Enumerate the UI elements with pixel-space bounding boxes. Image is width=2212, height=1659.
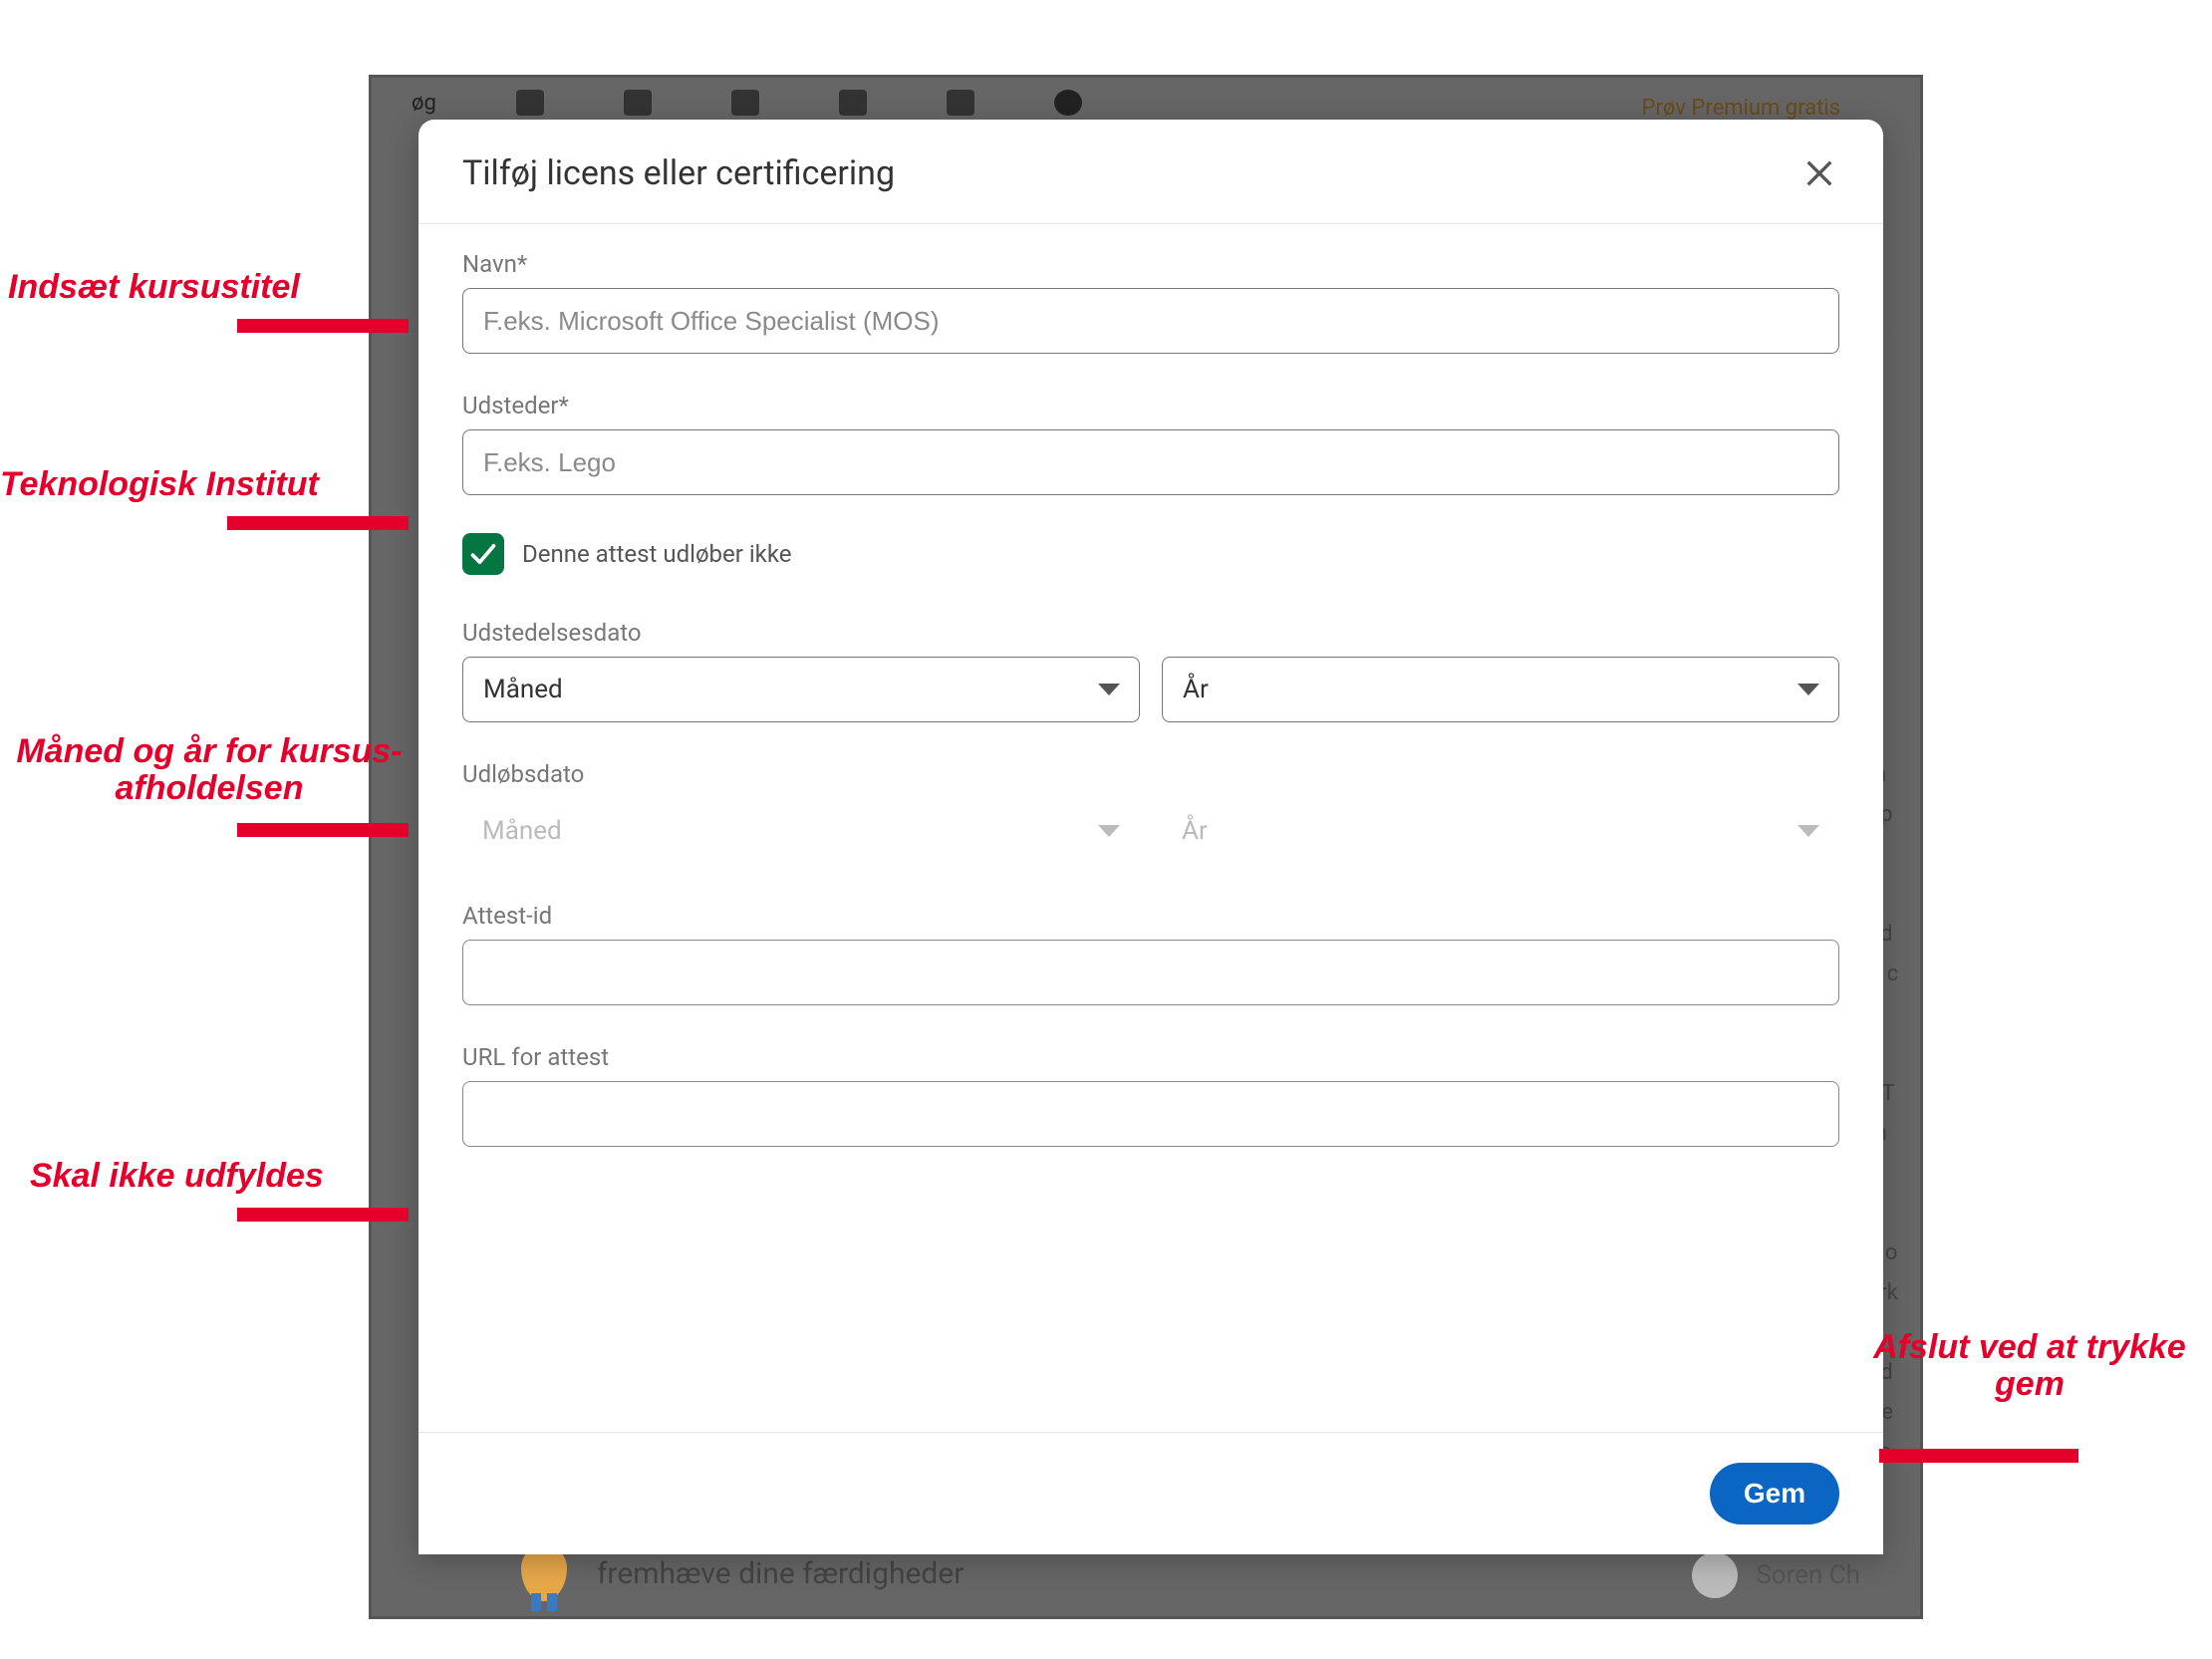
issued-year-select[interactable]: År	[1162, 657, 1839, 722]
bg-person: Soren Ch	[1692, 1552, 1860, 1598]
modal-title: Tilføj licens eller certificering	[462, 153, 895, 193]
modal-footer: Gem	[418, 1432, 1883, 1554]
more-icon: •••	[1888, 322, 1910, 341]
nav-icon	[839, 90, 867, 116]
bg-person-name: Soren Ch	[1756, 1560, 1860, 1590]
save-button[interactable]: Gem	[1710, 1463, 1839, 1524]
callout-bar	[237, 319, 409, 333]
issuer-field: Udsteder*	[462, 392, 1839, 495]
expire-year-value: År	[1162, 798, 1839, 864]
modal-header: Tilføj licens eller certificering	[418, 120, 1883, 224]
nav-avatar-icon	[1054, 90, 1082, 116]
callout-name: Indsæt kursustitel	[8, 269, 300, 306]
cred-id-input[interactable]	[462, 940, 1839, 1005]
nav-icon	[624, 90, 652, 116]
expire-month-select: Måned	[462, 798, 1140, 864]
issued-year-value: År	[1162, 657, 1839, 722]
bg-bottom-text: fremhæve dine færdigheder	[597, 1556, 964, 1591]
nav-icon	[947, 90, 974, 116]
modal-body: Navn* Udsteder* Denne attest udløber ikk…	[418, 224, 1883, 1432]
cred-id-label: Attest-id	[462, 902, 1839, 930]
close-button[interactable]	[1799, 153, 1839, 193]
check-icon	[469, 542, 497, 566]
issuer-label: Udsteder*	[462, 392, 1839, 419]
callout-bar	[227, 516, 409, 530]
issued-month-value: Måned	[462, 657, 1140, 722]
cred-url-field: URL for attest	[462, 1043, 1839, 1147]
issued-label: Udstedelsesdato	[462, 619, 1839, 647]
callout-issuer: Teknologisk Institut	[0, 466, 319, 503]
noexpire-checkbox[interactable]	[462, 533, 504, 575]
callout-bar	[237, 823, 409, 837]
callout-bar	[1879, 1449, 2078, 1463]
close-icon	[1802, 156, 1836, 190]
expire-label: Udløbsdato	[462, 760, 1839, 788]
name-input[interactable]	[462, 288, 1839, 354]
premium-link: Prøv Premium gratis	[1642, 96, 1840, 121]
expire-field: Udløbsdato Måned År	[462, 760, 1839, 864]
issuer-input[interactable]	[462, 429, 1839, 495]
callout-issued: Måned og år for kursus-afholdelsen	[10, 733, 409, 808]
noexpire-row: Denne attest udløber ikke	[462, 533, 1839, 575]
avatar	[1692, 1552, 1738, 1598]
cred-id-field: Attest-id	[462, 902, 1839, 1005]
chevron-down-icon	[1098, 684, 1120, 695]
chevron-down-icon	[1098, 825, 1120, 837]
name-field: Navn*	[462, 250, 1839, 354]
callout-skip: Skal ikke udfyldes	[30, 1158, 324, 1195]
expire-month-value: Måned	[462, 798, 1140, 864]
chevron-down-icon	[1797, 825, 1819, 837]
issued-field: Udstedelsesdato Måned År	[462, 619, 1839, 722]
nav-icon	[1162, 90, 1190, 116]
add-certification-modal: Tilføj licens eller certificering Navn* …	[418, 120, 1883, 1554]
cred-url-input[interactable]	[462, 1081, 1839, 1147]
issued-month-select[interactable]: Måned	[462, 657, 1140, 722]
callout-bar	[237, 1208, 409, 1222]
noexpire-label: Denne attest udløber ikke	[522, 540, 792, 568]
name-label: Navn*	[462, 250, 1839, 278]
chevron-down-icon	[1797, 684, 1819, 695]
expire-year-select: År	[1162, 798, 1839, 864]
callout-save: Afslut ved at trykkegem	[1855, 1329, 2204, 1404]
nav-icon	[731, 90, 759, 116]
cred-url-label: URL for attest	[462, 1043, 1839, 1071]
nav-icon	[516, 90, 544, 116]
